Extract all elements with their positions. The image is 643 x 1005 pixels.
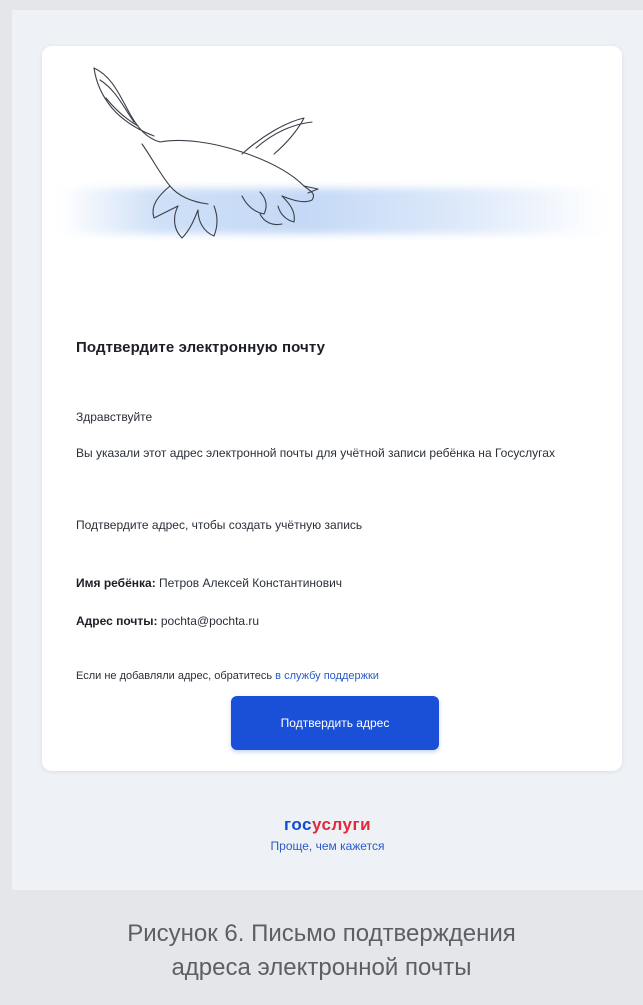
email-address-row: Адрес почты: pochta@pochta.ru [76,614,259,628]
greeting-text: Здравствуйте [76,410,153,424]
email-address-label: Адрес почты: [76,614,158,628]
slogan: Проще, чем кажется [270,839,385,853]
email-card: Подтвердите электронную почту Здравствуй… [42,46,622,771]
confirm-address-button[interactable]: Подтвердить адрес [231,696,439,750]
brand-part-red: услуги [311,815,372,834]
caption-line-1: Рисунок 6. Письмо подтверждения [127,920,516,947]
support-prefix: Если не добавляли адрес, обратитесь [76,670,273,682]
lead-text: Вы указали этот адрес электронной почты … [76,446,555,460]
hero-banner [42,46,622,281]
child-name-label: Имя ребёнка: [76,576,156,590]
support-text: Если не добавляли адрес, обратитесь в сл… [76,670,379,682]
gosuslugi-logo: госуслуги [12,815,643,835]
child-name-row: Имя ребёнка: Петров Алексей Константинов… [76,576,342,590]
email-screenshot: Подтвердите электронную почту Здравствуй… [12,10,643,890]
email-title: Подтвердите электронную почту [76,339,326,356]
footer: госуслуги Проще, чем кажется [12,815,643,853]
support-link[interactable]: в службу поддержки [275,670,379,682]
figure-caption: Рисунок 6. Письмо подтверждения адреса э… [0,917,643,985]
confirm-instruction-text: Подтвердите адрес, чтобы создать учётную… [76,518,363,532]
email-address-value: pochta@pochta.ru [160,614,260,628]
caption-line-2: адреса электронной почты [171,954,472,981]
child-name-value: Петров Алексей Константинович [159,576,343,590]
dove-illustration-icon [93,67,319,239]
brand-part-blue: гос [283,815,312,834]
